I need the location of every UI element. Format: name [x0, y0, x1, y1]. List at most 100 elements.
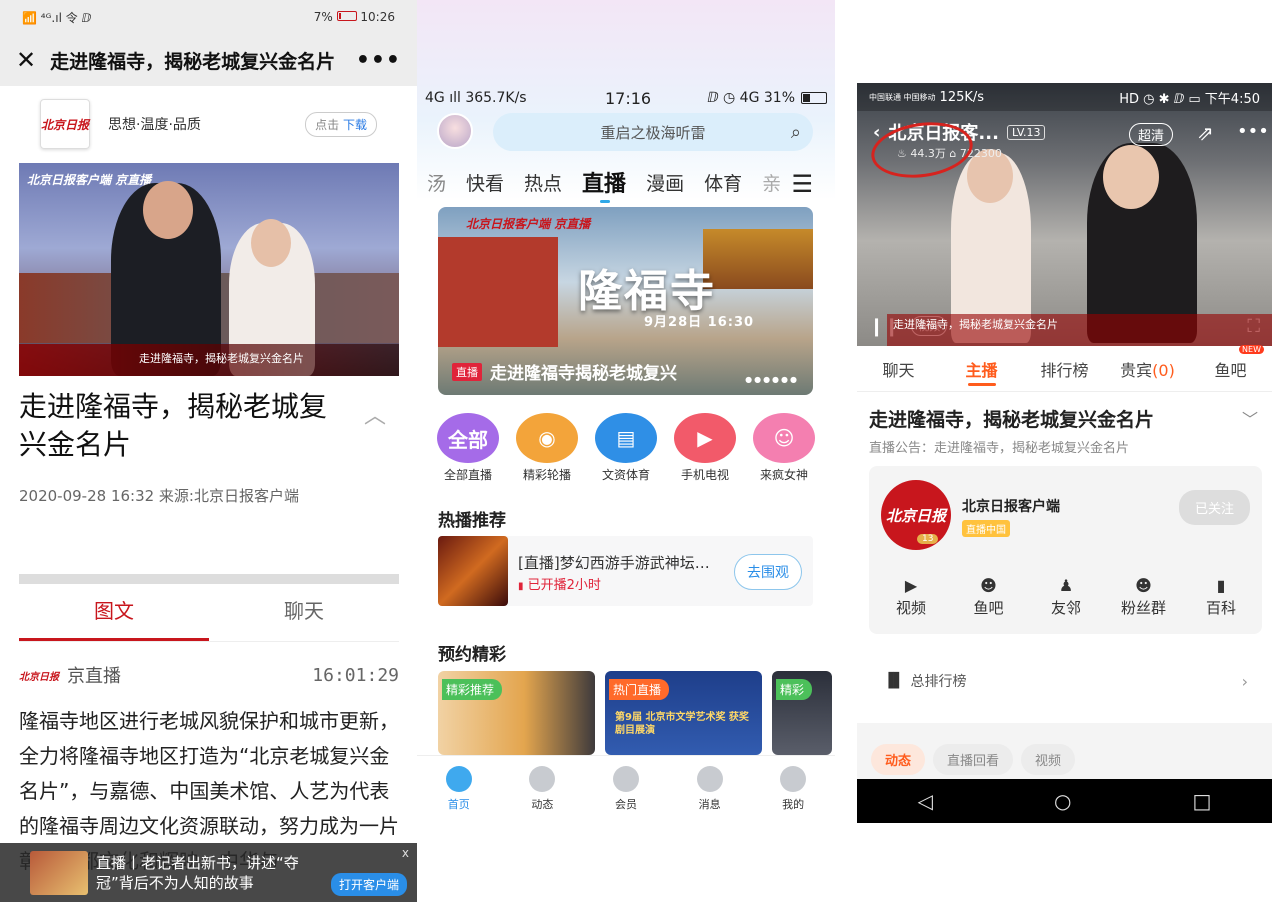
status-bar: 📶 ⁴ᴳ.ıl 令 ⅅ 7% 10:26 [0, 0, 417, 34]
group-icon: ☻ [1135, 576, 1152, 595]
link-neighbors[interactable]: ♟ 友邻 [1036, 576, 1096, 618]
link-fishbar[interactable]: ☻ 鱼吧 [959, 576, 1019, 618]
profile-icon [780, 766, 807, 792]
nav-title: 走进隆福寺，揭秘老城复兴金名片 [50, 50, 336, 73]
bell-icon [696, 766, 723, 792]
pill-replay[interactable]: 直播回看 [933, 744, 1014, 775]
tab-partial[interactable]: 汤 [427, 169, 446, 196]
watch-button[interactable]: 去围观 [734, 554, 802, 590]
user-avatar[interactable] [437, 113, 473, 149]
film-reel-icon: ◉ [516, 413, 578, 463]
more-icon[interactable]: ••• [1237, 121, 1269, 142]
article-video[interactable]: 北京日报客户端 京直播 走进隆福寺，揭秘老城复兴金名片 [19, 163, 399, 376]
download-button[interactable]: 点击 下载 [305, 111, 377, 137]
avatar-icon: ☺ [753, 413, 815, 463]
status-bar: 中国联通 中国移动 125K/s HD ◷ ✱ ⅅ ▭ 下午4:50 [857, 83, 1272, 111]
nav-vip[interactable]: 会员 [584, 756, 668, 823]
overall-ranking-row[interactable]: ▐▌ 总排行榜 › [869, 655, 1262, 707]
chevron-down-icon[interactable]: ﹀ [1242, 406, 1258, 430]
anchor-avatar[interactable]: 北京日报 [881, 480, 951, 550]
link-videos[interactable]: ▶ 视频 [881, 576, 941, 618]
speed-text: 125K/s [939, 89, 985, 105]
live-bars-icon: ▮ [518, 581, 524, 592]
category-goddess[interactable]: ☺ 来疯女神 [749, 413, 819, 483]
post-header: 北京日报 京直播 16:01:29 [19, 662, 399, 688]
person-icon: ♟ [1058, 576, 1074, 595]
quality-button[interactable]: 超清 [1129, 123, 1174, 146]
more-icon[interactable]: ••• [356, 48, 401, 73]
search-input[interactable]: 重启之极海听雷 ⌕ [493, 113, 813, 151]
tab-live[interactable]: 直播 [582, 166, 626, 203]
close-icon[interactable]: ✕ [16, 46, 36, 74]
tab-article[interactable]: 图文 [19, 592, 209, 641]
nav-messages[interactable]: 消息 [668, 756, 752, 823]
nav-feed[interactable]: 动态 [501, 756, 585, 823]
back-triangle-icon[interactable]: ◁ [918, 789, 933, 813]
video-controls: ❙❙ 视频 走进隆福寺，揭秘老城复兴金名片 ⛶ [857, 306, 1272, 346]
app-banner[interactable]: 直播丨老记者出新书，讲述“夺冠”背后不为人知的故事 打开客户端 x [0, 843, 417, 902]
recents-square-icon[interactable]: □ [1193, 789, 1212, 813]
card-tag: 热门直播 [609, 679, 670, 700]
hero-banner[interactable]: 北京日报客户端 京直播 隆福寺 9月28日 16:30 直播 走进隆福寺揭秘老城… [438, 207, 813, 395]
anchor-links: ▶ 视频 ☻ 鱼吧 ♟ 友邻 ☻ 粉丝群 ▮ 百科 [881, 576, 1251, 618]
category-tabs: 汤 快看 热点 直播 漫画 体育 亲 [417, 166, 835, 203]
clock: 17:16 [605, 88, 652, 108]
author-logo: 北京日报 [19, 671, 59, 683]
tab-chat[interactable]: 聊天 [857, 357, 940, 381]
follow-button[interactable]: 已关注 [1178, 490, 1250, 525]
brand-tagline: 思想·温度·品质 [108, 117, 201, 133]
home-icon [445, 766, 472, 792]
nav-home[interactable]: 首页 [417, 756, 501, 823]
hero-title: 走进隆福寺揭秘老城复兴 [490, 364, 677, 384]
category-mobile-tv[interactable]: ▶ 手机电视 [670, 413, 740, 483]
anchor-badge: 直播中国 [962, 520, 1010, 537]
carousel-dots[interactable]: ●●●●●● [745, 375, 799, 384]
close-icon[interactable]: x [402, 846, 409, 860]
booking-card[interactable]: 热门直播 第9届 北京市文学艺术奖 获奖剧目展演 [605, 671, 762, 755]
tab-hot[interactable]: 热点 [524, 169, 562, 196]
video-icon: ▶ [904, 576, 918, 595]
battery-text: 7% [313, 10, 333, 24]
video-woman-face [251, 219, 291, 267]
link-fan-group[interactable]: ☻ 粉丝群 [1114, 576, 1174, 618]
chevron-right-icon: › [1241, 671, 1248, 691]
booking-cards: 精彩推荐 热门直播 第9届 北京市文学艺术奖 获奖剧目展演 精彩 [438, 671, 835, 755]
hero-wall [438, 237, 558, 347]
room-tabs: 聊天 主播 排行榜 贵宾(0) 鱼吧 NEW [857, 344, 1272, 392]
tv-icon: ▶ [674, 413, 736, 463]
tab-vip[interactable]: 贵宾(0) [1106, 357, 1189, 381]
menu-icon[interactable]: ☰ [791, 170, 813, 198]
search-placeholder: 重启之极海听雷 [600, 123, 706, 142]
pinwheel-icon [529, 766, 556, 792]
tab-fishbar[interactable]: 鱼吧 NEW [1189, 344, 1272, 381]
banner-text: 直播丨老记者出新书，讲述“夺冠”背后不为人知的故事 [96, 853, 299, 892]
link-wiki[interactable]: ▮ 百科 [1191, 576, 1251, 618]
tab-ranking[interactable]: 排行榜 [1023, 357, 1106, 381]
new-badge: NEW [1239, 344, 1264, 354]
category-all-live[interactable]: 全部 全部直播 [433, 413, 503, 483]
live-video[interactable]: 中国联通 中国移动 125K/s HD ◷ ✱ ⅅ ▭ 下午4:50 ‹ 北京日报… [857, 83, 1272, 346]
video-man-face [143, 181, 193, 239]
home-circle-icon[interactable]: ○ [1054, 789, 1071, 813]
open-app-button[interactable]: 打开客户端 [330, 873, 407, 896]
chevron-up-icon[interactable]: ︿ [364, 398, 386, 430]
share-icon[interactable]: ⇗ [1197, 121, 1214, 145]
booking-card[interactable]: 精彩 [772, 671, 832, 755]
nav-me[interactable]: 我的 [751, 756, 835, 823]
article-meta: 2020-09-28 16:32 来源:北京日报客户端 [19, 487, 299, 505]
category-highlights[interactable]: ◉ 精彩轮播 [512, 413, 582, 483]
tab-anchor[interactable]: 主播 [940, 357, 1023, 386]
tab-family[interactable]: 亲 [762, 169, 781, 196]
tab-sports[interactable]: 体育 [704, 169, 742, 196]
booking-card[interactable]: 精彩推荐 [438, 671, 595, 755]
tab-chat[interactable]: 聊天 [209, 592, 399, 641]
hot-item[interactable]: [直播]梦幻西游手游武神坛… ▮ 已开播2小时 去围观 [438, 536, 813, 606]
carrier-text: 中国联通 中国移动 [869, 92, 936, 102]
tab-comics[interactable]: 漫画 [646, 169, 684, 196]
tab-kuaikan[interactable]: 快看 [466, 169, 504, 196]
brand-logo: 北京日报 [40, 99, 90, 149]
pill-videos[interactable]: 视频 [1021, 744, 1076, 775]
pill-feed[interactable]: 动态 [871, 744, 926, 775]
diamond-icon [612, 766, 639, 792]
category-culture-sports[interactable]: ▤ 文资体育 [591, 413, 661, 483]
